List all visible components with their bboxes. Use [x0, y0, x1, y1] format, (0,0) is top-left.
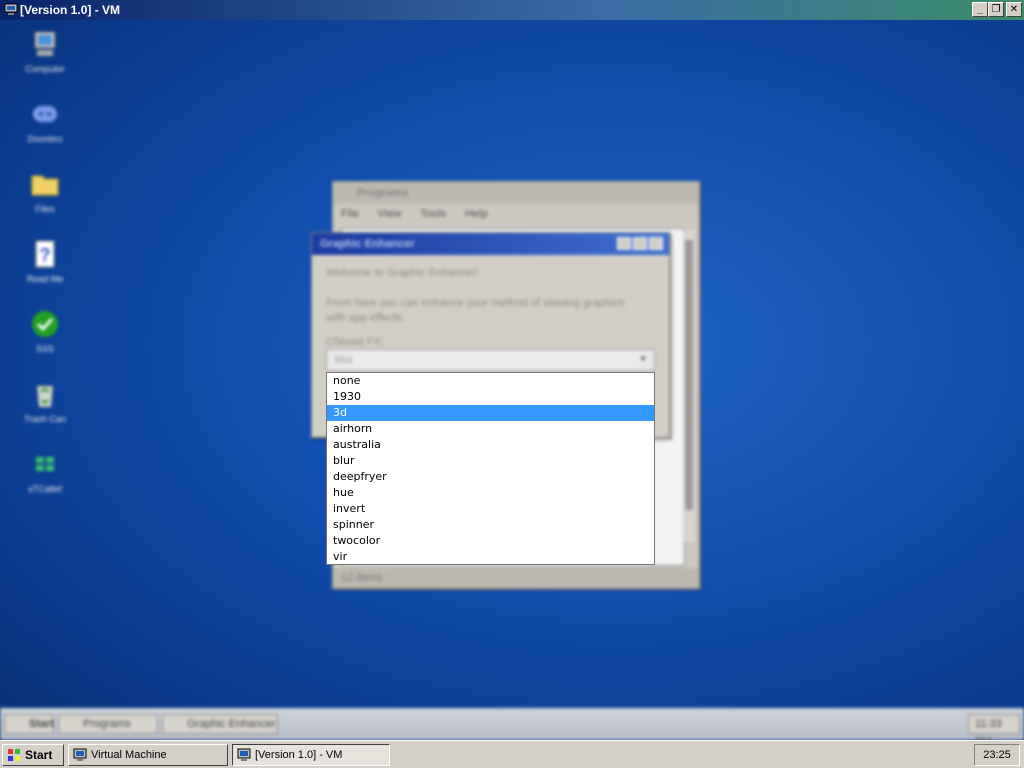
programs-menu-bar: File View Tools Help: [333, 204, 699, 224]
vm-window-icon: [237, 748, 251, 761]
desktop-icon-files[interactable]: Files: [10, 168, 80, 214]
readme-icon: ?: [35, 240, 55, 268]
menu-file[interactable]: File: [341, 208, 359, 220]
guest-task-programs[interactable]: Programs: [58, 714, 158, 734]
computer-icon: [34, 31, 56, 56]
ge-choose-label: Choose FX:: [326, 336, 385, 348]
minimize-button[interactable]: _: [972, 2, 988, 17]
menu-tools[interactable]: Tools: [420, 208, 446, 220]
fx-option-hue[interactable]: hue: [327, 485, 654, 501]
windows-logo-icon: [36, 457, 54, 471]
maximize-button[interactable]: ❐: [988, 2, 1004, 17]
fx-option-1930[interactable]: 1930: [327, 389, 654, 405]
ge-welcome-text: Welcome to Graphic Enhancer!: [326, 267, 479, 279]
windows-logo-icon: [8, 749, 20, 761]
host-title-bar[interactable]: [Version 1.0] - VM _ ❐ ✕: [0, 0, 1024, 20]
close-button[interactable]: ✕: [1006, 2, 1022, 17]
system-clock: 23:25: [974, 744, 1020, 766]
desktop-icon-computer[interactable]: Computer: [10, 28, 80, 74]
ge-title-bar[interactable]: Graphic Enhancer: [312, 233, 669, 255]
desktop-icon-label: Files: [35, 204, 55, 214]
programs-status-bar: 12 items: [333, 568, 699, 588]
desktop-icon-stcaltef[interactable]: sTCaltef: [10, 448, 80, 494]
desktop-icon-readme[interactable]: ? Read Me: [10, 238, 80, 284]
ge-help-button[interactable]: [617, 237, 631, 250]
ge-minimize-button[interactable]: [633, 237, 647, 250]
programs-scrollbar[interactable]: [683, 230, 695, 542]
guest-start-label: Start: [29, 718, 55, 730]
task-label: Virtual Machine: [91, 749, 167, 761]
fx-dropdown-list[interactable]: none 1930 3d airhorn australia blur deep…: [326, 372, 655, 565]
guest-task-graphic-enhancer[interactable]: Graphic Enhancer: [162, 714, 278, 734]
fx-option-blur[interactable]: blur: [327, 453, 654, 469]
guest-task-label: Programs: [83, 718, 131, 730]
fx-option-deepfryer[interactable]: deepfryer: [327, 469, 654, 485]
desktop-icon-sss[interactable]: SSS: [10, 308, 80, 354]
checkmark-icon: [32, 311, 58, 337]
svg-text:?: ?: [40, 245, 51, 265]
vm-window-icon: [73, 748, 87, 761]
fx-option-none[interactable]: none: [327, 373, 654, 389]
desktop-icon-label: Doonbro: [27, 134, 63, 144]
desktop-icon-label: SSS: [35, 344, 54, 354]
programs-title-bar[interactable]: Programs: [333, 182, 699, 204]
menu-help[interactable]: Help: [465, 208, 488, 220]
ge-description-line2: with app effects.: [326, 312, 406, 324]
folder-icon: [31, 175, 59, 196]
task-version-vm[interactable]: [Version 1.0] - VM: [232, 744, 390, 766]
desktop-icon-label: Read Me: [26, 274, 64, 284]
guest-taskbar: Start Programs Graphic Enhancer 11:33 PM: [0, 708, 1024, 740]
host-title-text: [Version 1.0] - VM: [20, 3, 121, 17]
desktop-icon-label: Computer: [25, 64, 65, 74]
fx-option-australia[interactable]: australia: [327, 437, 654, 453]
discord-icon: [33, 106, 57, 122]
desktop-icon-label: sTCaltef: [28, 484, 62, 494]
programs-title: Programs: [357, 187, 409, 199]
task-virtual-machine[interactable]: Virtual Machine: [68, 744, 228, 766]
desktop-icon-trash[interactable]: Trash Can: [10, 378, 80, 424]
desktop-icon-doonbro[interactable]: Doonbro: [10, 98, 80, 144]
fx-option-twocolor[interactable]: twocolor: [327, 533, 654, 549]
guest-clock: 11:33 PM: [968, 714, 1020, 740]
ge-close-button[interactable]: [649, 237, 663, 250]
task-label: [Version 1.0] - VM: [255, 749, 343, 761]
ge-title: Graphic Enhancer: [320, 238, 415, 250]
menu-view[interactable]: View: [378, 208, 402, 220]
fx-select-value: blur: [335, 354, 354, 366]
start-label: Start: [25, 748, 53, 762]
fx-option-invert[interactable]: invert: [327, 501, 654, 517]
vm-window-icon: [4, 3, 18, 15]
fx-option-3d[interactable]: 3d: [327, 405, 654, 421]
fx-select[interactable]: blur ▼: [326, 349, 655, 371]
fx-option-airhorn[interactable]: airhorn: [327, 421, 654, 437]
fx-option-vir[interactable]: vir: [327, 549, 654, 565]
guest-start-button[interactable]: Start: [4, 714, 54, 734]
host-taskbar: Start Virtual Machine [Version 1.0] - VM…: [0, 740, 1024, 768]
recycle-bin-icon: [36, 385, 54, 408]
ge-description-line1: From here you can enhance your method of…: [326, 297, 625, 309]
start-button[interactable]: Start: [2, 744, 64, 766]
fx-option-spinner[interactable]: spinner: [327, 517, 654, 533]
guest-task-label: Graphic Enhancer: [187, 718, 276, 730]
chevron-down-icon[interactable]: ▼: [638, 354, 648, 365]
desktop-icon-label: Trash Can: [24, 414, 66, 424]
vm-guest-screen[interactable]: Computer Doonbro Files ? Read Me SSS Tra…: [0, 20, 1024, 740]
